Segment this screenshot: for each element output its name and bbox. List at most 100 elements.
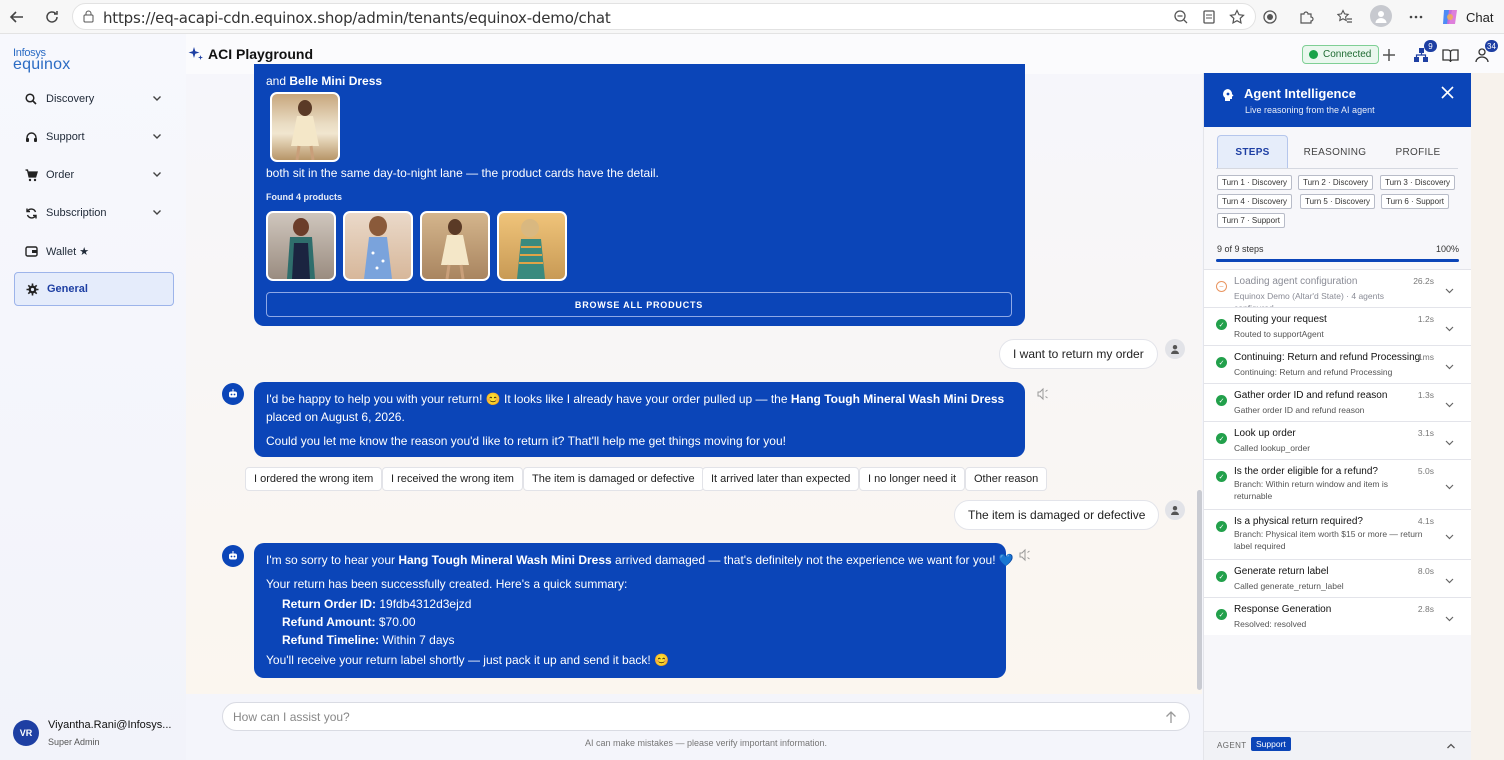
step-row[interactable]: ✓ Generate return label Called generate_re… (1204, 559, 1472, 597)
site-info-icon[interactable] (82, 10, 95, 23)
address-bar[interactable]: https://eq-acapi-cdn.equinox.shop/admin/… (72, 3, 1256, 30)
step-row[interactable]: ✓ Gather order ID and refund reason Gather… (1204, 383, 1472, 421)
profile-avatar-icon[interactable] (1370, 5, 1392, 27)
step-row[interactable]: ✓ Is the order eligible for a refund? Bran… (1204, 459, 1472, 509)
speaker-icon[interactable] (1036, 387, 1050, 401)
copilot-chat-button[interactable]: Chat (1440, 5, 1493, 29)
text-fragment: and (266, 74, 290, 88)
reload-icon[interactable] (42, 7, 62, 27)
chat-input[interactable]: How can I assist you? (222, 702, 1190, 731)
chevron-down-icon[interactable] (1445, 614, 1454, 623)
step-row[interactable]: ✓ Routing your request Routed to supportAg… (1204, 307, 1472, 345)
chevron-up-icon[interactable] (1446, 741, 1456, 751)
step-row[interactable]: ✓ Is a physical return required? Branch: P… (1204, 509, 1472, 559)
summary-key: Refund Amount: (282, 615, 376, 629)
message-text: I'm so sorry to hear your Hang Tough Min… (266, 551, 1014, 569)
check-circle-icon: ✓ (1216, 571, 1227, 582)
plus-icon[interactable] (1379, 45, 1399, 65)
agent-status-bar[interactable]: AGENT Support (1204, 731, 1472, 760)
chevron-down-icon[interactable] (152, 169, 162, 179)
chevron-down-icon[interactable] (1445, 482, 1454, 491)
tab-steps[interactable]: STEPS (1217, 135, 1288, 169)
back-arrow-icon[interactable] (7, 7, 27, 27)
panel-title: Agent Intelligence (1244, 86, 1356, 101)
tab-divider (1216, 168, 1458, 169)
book-icon[interactable] (1440, 45, 1460, 65)
quick-reply-button[interactable]: Other reason (965, 467, 1048, 491)
nav-item-label: Discovery (46, 93, 95, 105)
star-icon[interactable] (1229, 9, 1245, 25)
nav-item-general[interactable]: General (14, 272, 174, 306)
chevron-down-icon[interactable] (1445, 576, 1454, 585)
step-row[interactable]: ✓ Response Generation Resolved: resolved 2.… (1204, 597, 1472, 635)
quick-reply-button[interactable]: I received the wrong item (382, 467, 523, 491)
chevron-down-icon[interactable] (1445, 324, 1454, 333)
quick-reply-button[interactable]: The item is damaged or defective (523, 467, 704, 491)
turn-chip[interactable]: Turn 6 · Support (1381, 194, 1449, 209)
agent-intelligence-panel: Agent Intelligence Live reasoning from t… (1203, 73, 1472, 760)
network-icon[interactable]: 9 (1411, 40, 1437, 65)
product-image[interactable] (266, 211, 336, 281)
message-text: Could you let me know the reason you'd l… (266, 434, 786, 448)
chevron-down-icon[interactable] (1445, 286, 1454, 295)
browser-toolbar: https://eq-acapi-cdn.equinox.shop/admin/… (0, 0, 1504, 34)
chat-scrollbar[interactable] (1197, 490, 1202, 690)
step-row[interactable]: ✓ Continuing: Return and refund Processin… (1204, 345, 1472, 383)
product-name: Hang Tough Mineral Wash Mini Dress (790, 392, 1005, 406)
nav-item-label: Wallet ★ (46, 245, 90, 258)
search-icon (24, 92, 38, 106)
chevron-down-icon[interactable] (1445, 362, 1454, 371)
turn-chip[interactable]: Turn 7 · Support (1217, 213, 1285, 228)
reader-icon[interactable] (1201, 9, 1217, 25)
product-image[interactable] (420, 211, 490, 281)
product-name: Belle Mini Dress (289, 74, 383, 88)
quick-reply-button[interactable]: It arrived later than expected (702, 467, 860, 491)
turn-chip[interactable]: Turn 1 · Discovery (1217, 175, 1293, 190)
chevron-down-icon[interactable] (152, 207, 162, 217)
turn-chip[interactable]: Turn 5 · Discovery (1300, 194, 1376, 209)
step-title: Gather order ID and refund reason (1234, 390, 1388, 401)
nav-item-wallet[interactable]: Wallet ★ (14, 234, 174, 268)
more-icon[interactable] (1406, 7, 1426, 27)
quick-reply-button[interactable]: I no longer need it (859, 467, 966, 491)
favorites-icon[interactable] (1335, 7, 1355, 27)
user-profile[interactable]: VR Viyantha.Rani@Infosys... Super Admin (13, 712, 183, 752)
close-icon[interactable] (1441, 86, 1454, 99)
quick-reply-button[interactable]: I ordered the wrong item (245, 467, 383, 491)
browse-all-products-button[interactable]: BROWSE ALL PRODUCTS (266, 292, 1012, 317)
nav-item-order[interactable]: Order (14, 158, 174, 192)
step-row[interactable]: ✓ Look up order Called lookup_order 3.1s (1204, 421, 1472, 459)
turn-chip[interactable]: Turn 2 · Discovery (1298, 175, 1374, 190)
product-image[interactable] (270, 92, 340, 162)
tab-reasoning[interactable]: REASONING (1297, 135, 1373, 169)
step-duration: 3.1s (1417, 428, 1434, 438)
chevron-down-icon[interactable] (1445, 400, 1454, 409)
puzzle-icon[interactable] (1296, 7, 1316, 27)
step-duration: 1.2s (1417, 314, 1434, 324)
nav-item-support[interactable]: Support (14, 120, 174, 154)
chevron-down-icon[interactable] (1445, 532, 1454, 541)
chevron-down-icon[interactable] (152, 93, 162, 103)
summary-refund-timeline: Refund Timeline: Within 7 days (282, 631, 455, 649)
found-products-label: Found 4 products (266, 192, 342, 202)
extension-circle-icon[interactable] (1260, 7, 1280, 27)
user-avatar-icon (1165, 500, 1185, 520)
turn-chip[interactable]: Turn 3 · Discovery (1380, 175, 1456, 190)
send-arrow-icon[interactable] (1165, 710, 1177, 724)
nav-item-discovery[interactable]: Discovery (14, 82, 174, 116)
tab-profile[interactable]: PROFILE (1382, 135, 1454, 169)
product-image[interactable] (497, 211, 567, 281)
chevron-down-icon[interactable] (1445, 438, 1454, 447)
users-icon[interactable]: 34 (1472, 40, 1498, 65)
zoom-icon[interactable] (1173, 9, 1189, 25)
turn-chip[interactable]: Turn 4 · Discovery (1217, 194, 1293, 209)
chevron-down-icon[interactable] (152, 131, 162, 141)
check-circle-icon: ✓ (1216, 319, 1227, 330)
step-row[interactable]: – Loading agent configuration Equinox Demo… (1204, 269, 1472, 313)
product-image[interactable] (343, 211, 413, 281)
step-subtitle: Resolved: resolved (1234, 619, 1307, 629)
logo-equinox: equinox (13, 56, 71, 73)
user-message: I want to return my order (999, 339, 1158, 369)
speaker-icon[interactable] (1018, 548, 1032, 562)
nav-item-subscription[interactable]: Subscription (14, 196, 174, 230)
